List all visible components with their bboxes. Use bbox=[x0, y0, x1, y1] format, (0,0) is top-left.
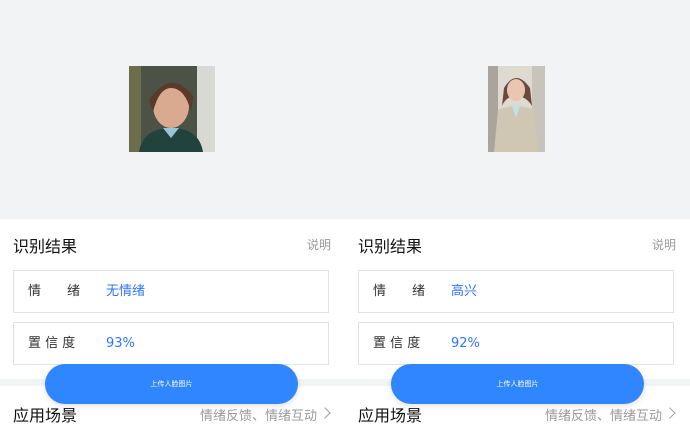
chevron-right-icon bbox=[319, 407, 331, 419]
emotion-row: 情 绪 高兴 bbox=[358, 270, 674, 313]
confidence-row: 置 信 度 93% bbox=[13, 322, 329, 365]
scenario-title: 应用场景 bbox=[13, 406, 78, 425]
upload-face-button[interactable]: 上传人脸图片 bbox=[391, 364, 644, 404]
confidence-label: 置 信 度 bbox=[28, 336, 76, 351]
face-photo-illustration bbox=[129, 66, 215, 152]
left-panel: 识别结果 说明 情 绪 无情绪 置 信 度 93% 应用场景 情绪反馈、情绪互动 bbox=[0, 0, 345, 427]
scenario-tags: 情绪反馈、情绪互动 bbox=[544, 409, 662, 424]
chevron-right-icon bbox=[664, 407, 676, 419]
emotion-value: 高兴 bbox=[451, 284, 478, 299]
upload-face-button[interactable]: 上传人脸图片 bbox=[45, 364, 298, 404]
help-link[interactable]: 说明 bbox=[652, 236, 676, 253]
confidence-value: 93% bbox=[106, 336, 135, 351]
confidence-row: 置 信 度 92% bbox=[358, 322, 674, 365]
emotion-value: 无情绪 bbox=[106, 284, 146, 299]
face-photo bbox=[129, 66, 215, 152]
scenario-tags: 情绪反馈、情绪互动 bbox=[199, 409, 317, 424]
image-preview-area bbox=[0, 0, 345, 220]
face-photo-illustration bbox=[488, 66, 545, 152]
result-title: 识别结果 bbox=[13, 237, 78, 256]
result-title: 识别结果 bbox=[358, 237, 423, 256]
help-link[interactable]: 说明 bbox=[307, 236, 331, 253]
face-photo bbox=[488, 66, 545, 152]
scenario-title: 应用场景 bbox=[358, 406, 423, 425]
emotion-row: 情 绪 无情绪 bbox=[13, 270, 329, 313]
confidence-value: 92% bbox=[451, 336, 480, 351]
right-panel: 识别结果 说明 情 绪 高兴 置 信 度 92% 应用场景 情绪反馈、情绪互动 bbox=[345, 0, 690, 427]
emotion-label: 情 绪 bbox=[28, 284, 81, 299]
emotion-label: 情 绪 bbox=[373, 284, 426, 299]
confidence-label: 置 信 度 bbox=[373, 336, 421, 351]
